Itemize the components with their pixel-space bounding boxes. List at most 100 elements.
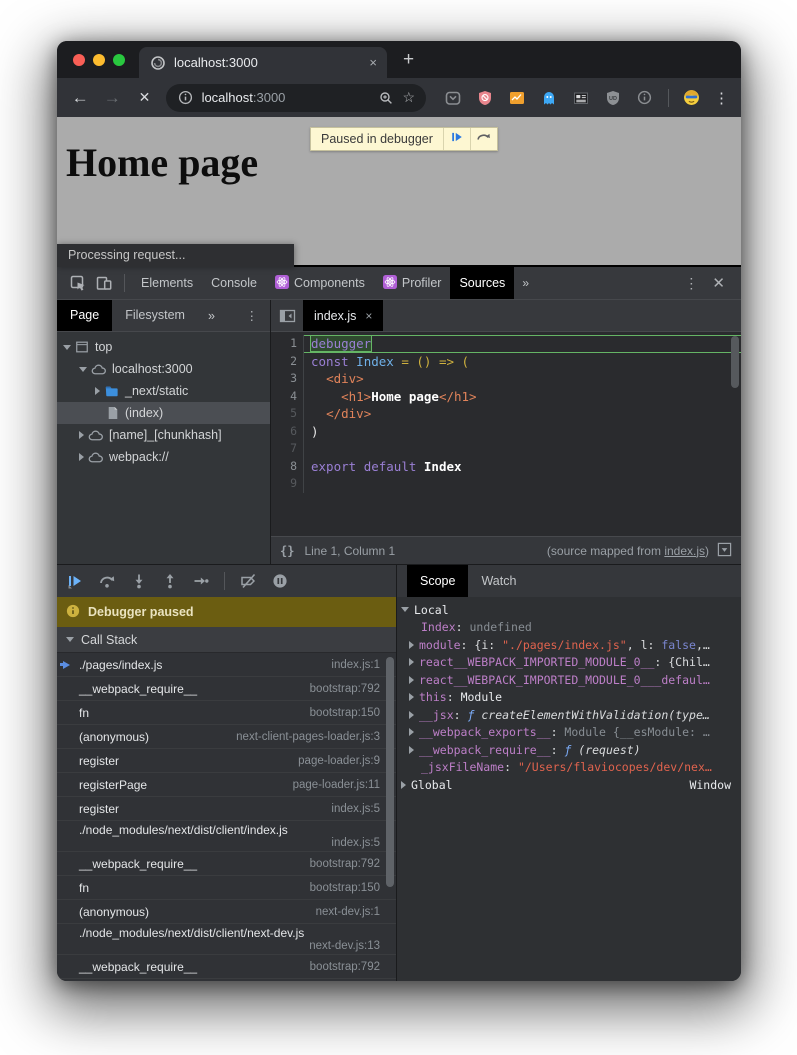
expander-right-icon[interactable] — [409, 728, 414, 736]
stack-frame[interactable]: registerindex.js:5 — [57, 797, 396, 821]
stack-frame[interactable]: fnbootstrap:150 — [57, 701, 396, 725]
line-number[interactable]: 1 — [271, 335, 303, 353]
tab-watch[interactable]: Watch — [468, 565, 529, 597]
line-number[interactable]: 4 — [271, 388, 303, 406]
pause-on-exceptions-icon[interactable] — [272, 573, 288, 589]
tree-item-localhost-3000[interactable]: localhost:3000 — [57, 358, 270, 380]
site-info-icon[interactable] — [177, 89, 194, 106]
code-line-6[interactable]: 6) — [271, 423, 741, 441]
devtools-close-button[interactable]: ✕ — [710, 274, 733, 292]
stack-frame[interactable]: registerpage-loader.js:9 — [57, 749, 396, 773]
step-icon[interactable] — [193, 573, 209, 589]
more-tabs-button[interactable]: » — [514, 276, 537, 290]
newspaper-icon[interactable] — [572, 89, 589, 106]
tree-item--index-[interactable]: (index) — [57, 402, 270, 424]
expander-right-icon[interactable] — [79, 431, 84, 439]
shield-red-icon[interactable] — [476, 89, 493, 106]
tab-console[interactable]: Console — [202, 267, 266, 299]
profile-avatar-icon[interactable] — [683, 89, 700, 106]
scope-section[interactable]: GlobalWindow — [397, 776, 741, 794]
stack-frame[interactable]: __webpack_require__bootstrap:792 — [57, 677, 396, 701]
expander-right-icon[interactable] — [79, 453, 84, 461]
stack-frame[interactable]: fnbootstrap:150 — [57, 876, 396, 900]
stack-frame[interactable]: ./node_modules/next/dist/client/next-dev… — [57, 924, 396, 955]
collapse-sidebar-icon[interactable] — [271, 308, 303, 324]
expander-right-icon[interactable] — [409, 693, 414, 701]
scope-variable[interactable]: this: Module — [397, 689, 741, 707]
expander-right-icon[interactable] — [409, 676, 414, 684]
callstack-header[interactable]: Call Stack — [57, 627, 396, 653]
code-line-4[interactable]: 4 <h1>Home page</h1> — [271, 388, 741, 406]
pretty-print-icon[interactable]: {} — [280, 544, 294, 558]
editor-tab-indexjs[interactable]: index.js × — [303, 300, 383, 331]
scope-variable[interactable]: _jsxFileName: "/Users/flaviocopes/dev/ne… — [397, 759, 741, 777]
expander-right-icon[interactable] — [95, 387, 100, 395]
ghost-icon[interactable] — [540, 89, 557, 106]
chart-orange-icon[interactable] — [508, 89, 525, 106]
code-line-8[interactable]: 8export default Index — [271, 458, 741, 476]
expander-right-icon[interactable] — [409, 711, 414, 719]
code-line-1[interactable]: 1debugger — [271, 335, 741, 353]
forward-button[interactable]: → — [101, 88, 123, 108]
devtools-menu-button[interactable]: ⋮ — [678, 275, 704, 292]
line-number[interactable]: 7 — [271, 440, 303, 458]
bookmark-star-icon[interactable]: ☆ — [403, 89, 416, 106]
expander-right-icon[interactable] — [401, 781, 406, 789]
code-line-5[interactable]: 5 </div> — [271, 405, 741, 423]
code-line-7[interactable]: 7 — [271, 440, 741, 458]
stack-frame[interactable]: registerPagepage-loader.js:11 — [57, 773, 396, 797]
scope-variable[interactable]: __webpack_exports__: Module {__esModule:… — [397, 724, 741, 742]
back-button[interactable]: ← — [69, 88, 91, 108]
step-over-icon[interactable] — [98, 573, 116, 589]
sidebar-tab-page[interactable]: Page — [57, 300, 112, 331]
expander-right-icon[interactable] — [409, 641, 414, 649]
code-line-9[interactable]: 9 — [271, 475, 741, 493]
scope-variable[interactable]: react__WEBPACK_IMPORTED_MODULE_0___defau… — [397, 671, 741, 689]
sidebar-more-tabs-button[interactable]: » — [198, 309, 225, 323]
stop-button[interactable]: ✕ — [133, 89, 155, 106]
scope-variable[interactable]: module: {i: "./pages/index.js", l: false… — [397, 636, 741, 654]
scope-variable[interactable]: Index: undefined — [397, 619, 741, 637]
stack-frame[interactable]: (anonymous)next-client-pages-loader.js:3 — [57, 725, 396, 749]
stack-frame[interactable]: (anonymous)next-dev.js:1 — [57, 900, 396, 924]
editor-scrollbar[interactable] — [731, 336, 739, 388]
scope-variable[interactable]: __jsx: ƒ createElementWithValidation(typ… — [397, 706, 741, 724]
line-number[interactable]: 6 — [271, 423, 303, 441]
tree-item-webpack-[interactable]: webpack:// — [57, 446, 270, 468]
info-circle-icon[interactable] — [636, 89, 653, 106]
line-number[interactable]: 2 — [271, 353, 303, 371]
device-toolbar-icon[interactable] — [91, 270, 117, 296]
url-bar[interactable]: localhost:3000 ☆ — [166, 84, 427, 112]
stack-frame[interactable]: __webpack_require__bootstrap:792 — [57, 955, 396, 979]
tree-item-top[interactable]: top — [57, 336, 270, 358]
pocket-icon[interactable] — [444, 89, 461, 106]
deactivate-breakpoints-icon[interactable] — [240, 573, 257, 589]
browser-tab[interactable]: localhost:3000 × — [139, 47, 387, 78]
ud-shield-icon[interactable]: UD — [604, 89, 621, 106]
line-number[interactable]: 8 — [271, 458, 303, 476]
close-window-button[interactable] — [73, 54, 85, 66]
tab-scope[interactable]: Scope — [407, 565, 468, 597]
source-map-link[interactable]: index.js — [664, 544, 705, 558]
line-number[interactable]: 5 — [271, 405, 303, 423]
tab-elements[interactable]: Elements — [132, 267, 202, 299]
expander-down-icon[interactable] — [79, 367, 87, 372]
stack-frame[interactable]: ./pages/index.jsindex.js:1 — [57, 653, 396, 677]
tab-components[interactable]: Components — [266, 267, 374, 299]
new-tab-button[interactable]: + — [403, 50, 414, 69]
toggle-drawer-icon[interactable] — [717, 542, 732, 560]
code-area[interactable]: 1debugger2const Index = () => (3 <div>4 … — [271, 332, 741, 536]
stack-frame[interactable]: __webpack_require__bootstrap:792 — [57, 852, 396, 876]
tab-close-icon[interactable]: × — [369, 55, 377, 70]
expander-right-icon[interactable] — [409, 658, 414, 666]
scope-variable[interactable]: react__WEBPACK_IMPORTED_MODULE_0__: {Chi… — [397, 654, 741, 672]
resume-icon[interactable] — [67, 573, 83, 589]
line-number[interactable]: 3 — [271, 370, 303, 388]
expander-down-icon[interactable] — [63, 345, 71, 350]
scope-variable[interactable]: __webpack_require__: ƒ (request) — [397, 741, 741, 759]
overlay-step-over-button[interactable] — [470, 128, 497, 150]
code-line-2[interactable]: 2const Index = () => ( — [271, 353, 741, 371]
editor-tab-close-icon[interactable]: × — [365, 309, 372, 323]
sidebar-tab-filesystem[interactable]: Filesystem — [112, 300, 198, 331]
line-number[interactable]: 9 — [271, 475, 303, 493]
